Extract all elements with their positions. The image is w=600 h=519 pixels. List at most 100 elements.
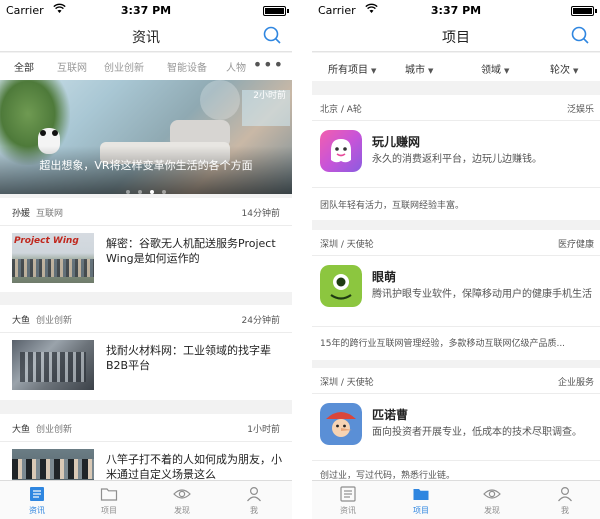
clock: 3:37 PM [430,4,482,17]
battery-icon [263,6,289,16]
search-icon[interactable] [262,25,282,45]
tabbar-label: 我 [561,506,569,515]
clock: 3:37 PM [120,4,172,17]
tabbar-label: 项目 [101,506,117,515]
carousel-dot[interactable] [138,190,142,194]
wanr-logo-icon [320,130,362,172]
article-title: 解密：谷歌无人机配送服务Project Wing是如何运作的 [106,237,276,265]
tabbar-discover[interactable]: 发现 [472,486,512,516]
eye-icon [173,489,191,499]
project-team-note: 团队年轻有活力，互联网经验丰富。 [320,201,465,211]
person-icon [558,486,572,502]
tabbar-label: 项目 [413,506,429,515]
project-field: 企业服务 [557,378,594,388]
project-logo [320,265,362,307]
project-card[interactable]: 深圳 / 天使轮 企业服务 匹诺曹 面向投资者开展专业，低成本的技术尽职调查。 … [312,368,600,481]
article-category: 创业创新 [36,316,73,326]
banner-time: 2小时前 [253,91,286,101]
tab-bar: 资讯 项目 发现 我 [312,480,600,519]
article-card[interactable]: 孙媛 互联网 14分钟前 Project Wing 解密：谷歌无人机配送服务Pro… [0,198,292,292]
article-title: 八竿子打不着的人如何成为朋友，小米通过自定义场景这么 [106,453,282,481]
article-time: 1小时前 [247,425,280,435]
project-team-note: 15年的跨行业互联网管理经验，多款移动互联网亿级产品质... [320,339,566,349]
banner-caption: 超出想象，VR将这样变革你生活的各个方面 [39,159,253,172]
news-icon [30,487,44,501]
tabbar-label: 资讯 [29,506,45,515]
tabbar-discover[interactable]: 发现 [162,486,202,516]
featured-banner[interactable]: 2小时前 超出想象，VR将这样变革你生活的各个方面 [0,80,292,194]
search-icon[interactable] [570,25,590,45]
article-category: 互联网 [36,209,64,219]
tab-internet[interactable]: 互联网 [57,59,87,74]
person-icon [247,486,261,502]
article-author: 大鱼 [12,316,31,326]
news-icon [340,486,356,502]
yanmeng-logo-icon [320,265,362,307]
tabbar-projects[interactable]: 项目 [89,486,129,516]
filter-all-projects[interactable]: 所有项目 ▼ [328,61,376,76]
project-description: 面向投资者开展专业，低成本的技术尽职调查。 [372,427,582,438]
more-tabs-icon[interactable]: ••• [253,55,284,74]
carousel-dot-active[interactable] [150,190,154,194]
project-description: 永久的消费返利平台，边玩儿边赚钱。 [372,154,542,165]
tabbar-me[interactable]: 我 [545,486,585,516]
page-title: 项目 [442,30,470,46]
filter-round[interactable]: 轮次 ▼ [550,61,578,76]
tabbar-label: 我 [250,506,258,515]
folder-icon [413,489,429,500]
project-location: 深圳 / 天使轮 [320,378,374,388]
battery-icon [571,6,597,16]
filter-field[interactable]: 领域 ▼ [481,61,509,76]
status-bar: Carrier 3:37 PM [0,0,292,20]
article-title: 找耐火材料网：工业领域的找字辈B2B平台 [106,344,271,372]
article-card[interactable]: 大鱼 创业创新 1小时前 八竿子打不着的人如何成为朋友，小米通过自定义场景这么 [0,414,292,499]
projects-screen: Carrier 3:37 PM 项目 所有项目 ▼ 城市 ▼ 领域 ▼ 轮次 ▼ 北京 … [312,0,600,519]
project-name: 玩儿赚网 [372,135,421,149]
project-field: 泛娱乐 [566,105,594,115]
nav-bar: 项目 [312,20,600,52]
news-screen: Carrier 3:37 PM 资讯 全部 互联网 创业创新 智能设备 人物 •… [0,0,292,519]
project-field: 医疗健康 [557,240,594,250]
article-author: 大鱼 [12,425,31,435]
folder-icon [100,488,118,501]
category-tabs: 全部 互联网 创业创新 智能设备 人物 ••• [0,53,292,80]
filter-city[interactable]: 城市 ▼ [405,61,433,76]
filter-bar: 所有项目 ▼ 城市 ▼ 领域 ▼ 轮次 ▼ [312,53,600,81]
project-logo [320,403,362,445]
tab-people[interactable]: 人物 [226,59,246,74]
carousel-dot[interactable] [126,190,130,194]
article-thumbnail: Project Wing [12,233,94,283]
project-name: 眼萌 [372,270,397,284]
article-author: 孙媛 [12,209,31,219]
article-category: 创业创新 [36,425,73,435]
project-logo [320,130,362,172]
article-thumbnail [12,340,94,390]
article-time: 14分钟前 [241,209,280,219]
thumbnail-sign: Project Wing [14,236,79,246]
tabbar-news[interactable]: 资讯 [328,486,368,516]
tabbar-me[interactable]: 我 [234,486,274,516]
project-card[interactable]: 北京 / A轮 泛娱乐 玩儿赚网 永久的消费返利平台，边玩儿边赚钱。 团队年轻有… [312,95,600,220]
tabbar-label: 发现 [484,506,500,515]
tabbar-news[interactable]: 资讯 [17,486,57,516]
project-description: 腾讯护眼专业软件，保障移动用户的健康手机生活 [372,289,592,300]
eye-icon [483,489,501,499]
caret-down-icon: ▼ [371,67,377,75]
tabbar-projects[interactable]: 项目 [401,486,441,516]
tab-startup[interactable]: 创业创新 [104,59,144,74]
tabbar-label: 资讯 [340,506,356,515]
tabbar-label: 发现 [174,506,190,515]
caret-down-icon: ▼ [428,67,434,75]
project-card[interactable]: 深圳 / 天使轮 医疗健康 眼萌 腾讯护眼专业软件，保障移动用户的健康手机生活 … [312,230,600,360]
caret-down-icon: ▼ [504,67,510,75]
tab-smart-devices[interactable]: 智能设备 [167,59,207,74]
tab-all[interactable]: 全部 [14,59,34,74]
carousel-dot[interactable] [162,190,166,194]
status-bar: Carrier 3:37 PM [312,0,600,20]
article-card[interactable]: 大鱼 创业创新 24分钟前 找耐火材料网：工业领域的找字辈B2B平台 [0,305,292,400]
article-time: 24分钟前 [241,316,280,326]
project-location: 北京 / A轮 [320,105,362,115]
pinuocao-logo-icon [320,403,362,445]
project-name: 匹诺曹 [372,408,409,422]
carousel-dots [0,179,292,194]
